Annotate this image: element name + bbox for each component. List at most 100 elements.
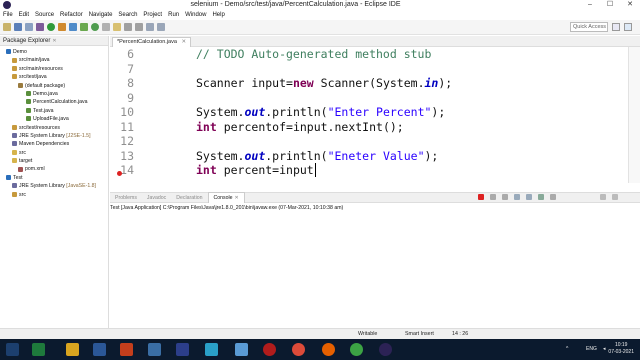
tab-console[interactable]: Console ✕	[207, 192, 245, 203]
close-window-button[interactable]: ✕	[620, 0, 640, 10]
search-icon[interactable]	[113, 23, 121, 31]
java-perspective-icon[interactable]	[624, 23, 632, 31]
minimize-button[interactable]: –	[580, 0, 600, 10]
code-editor[interactable]: 6 7 8 9 10 11 12 13 14 // TODO Auto-gene…	[110, 47, 630, 183]
maximize-button[interactable]: ☐	[600, 0, 620, 10]
menu-run[interactable]: Run	[165, 10, 182, 20]
tree-item-pom-xml[interactable]: pom.xml	[0, 165, 108, 173]
console-output-line: Test [Java Application] C:\Program Files…	[110, 205, 344, 211]
forward-icon[interactable]	[157, 23, 165, 31]
open-console-icon[interactable]	[550, 194, 556, 200]
menu-navigate[interactable]: Navigate	[86, 10, 116, 20]
close-icon[interactable]: ✕	[181, 39, 186, 45]
tree-item-src-test-java[interactable]: src/test/java	[0, 73, 108, 81]
save-icon[interactable]	[14, 23, 22, 31]
error-marker-icon[interactable]	[117, 171, 122, 176]
tree-item-jre-library[interactable]: JRE System Library [J2SE-1.5]	[0, 132, 108, 140]
debug-icon[interactable]	[36, 23, 44, 31]
notepad-icon[interactable]	[235, 343, 248, 356]
pin-console-icon[interactable]	[526, 194, 532, 200]
remove-launch-icon[interactable]	[490, 194, 496, 200]
back-icon[interactable]	[146, 23, 154, 31]
menu-search[interactable]: Search	[115, 10, 140, 20]
tree-item-test-java[interactable]: Test.java	[0, 107, 108, 115]
tab-problems[interactable]: Problems	[110, 193, 142, 203]
tree-item-uploadfile-java[interactable]: UploadFile.java	[0, 115, 108, 123]
quick-access-input[interactable]: Quick Access	[570, 22, 608, 32]
menu-window[interactable]: Window	[182, 10, 209, 20]
word-icon[interactable]	[93, 343, 106, 356]
bottom-panel-tabs: Problems Javadoc Declaration Console ✕	[110, 192, 640, 203]
tray-chevron-icon[interactable]: ^	[566, 339, 568, 360]
menu-edit[interactable]: Edit	[16, 10, 32, 20]
open-perspective-icon[interactable]	[612, 23, 620, 31]
chrome-icon[interactable]	[292, 343, 305, 356]
excel-icon[interactable]	[32, 343, 45, 356]
paint-icon[interactable]	[205, 343, 218, 356]
tree-item-jre-library-2[interactable]: JRE System Library [JavaSE-1.8]	[0, 182, 108, 190]
eclipse-window: selenium - Demo/src/test/java/PercentCal…	[0, 0, 640, 360]
tree-item-test-project[interactable]: Test	[0, 174, 108, 182]
eclipse-taskbar-icon[interactable]	[379, 343, 392, 356]
new-class-icon[interactable]	[91, 23, 99, 31]
save-all-icon[interactable]	[25, 23, 33, 31]
menu-refactor[interactable]: Refactor	[57, 10, 86, 20]
line-number: 10	[120, 105, 134, 119]
close-icon[interactable]: ✕	[235, 195, 239, 201]
tree-item-src-main-java[interactable]: src/main/java	[0, 56, 108, 64]
tree-item-src-test-resources[interactable]: src/test/resources	[0, 124, 108, 132]
firefox-icon[interactable]	[322, 343, 335, 356]
menu-bar: File Edit Source Refactor Navigate Searc…	[0, 10, 640, 20]
package-explorer-tab[interactable]: Package Explorer ✕	[0, 36, 108, 46]
tree-item-demo[interactable]: Demo	[0, 48, 108, 56]
tree-item-default-package[interactable]: (default package)	[0, 82, 108, 90]
new-java-project-icon[interactable]	[69, 23, 77, 31]
close-icon[interactable]: ✕	[52, 38, 56, 44]
new-icon[interactable]	[3, 23, 11, 31]
library-icon	[12, 133, 17, 139]
display-console-icon[interactable]	[538, 194, 544, 200]
maximize-panel-icon[interactable]	[612, 194, 618, 200]
external-tools-icon[interactable]	[58, 23, 66, 31]
app-icon[interactable]	[148, 343, 161, 356]
scroll-lock-icon[interactable]	[514, 194, 520, 200]
clear-console-icon[interactable]	[502, 194, 508, 200]
cmd-icon[interactable]	[176, 343, 189, 356]
menu-project[interactable]: Project	[140, 10, 165, 20]
system-clock[interactable]: 10:19 07-03-2021	[608, 342, 634, 356]
tree-item-percentcalculation-java[interactable]: PercentCalculation.java	[0, 98, 108, 106]
powerpoint-icon[interactable]	[120, 343, 133, 356]
app-green-icon[interactable]	[350, 343, 363, 356]
folder-icon	[12, 158, 17, 164]
package-explorer-label: Package Explorer	[3, 37, 51, 44]
windows-start-icon[interactable]	[6, 343, 19, 356]
java-file-icon	[26, 116, 31, 122]
tree-item-demo-java[interactable]: Demo.java	[0, 90, 108, 98]
annotation-next-icon[interactable]	[124, 23, 132, 31]
file-explorer-icon[interactable]	[66, 343, 79, 356]
recorder-icon[interactable]	[263, 343, 276, 356]
volume-icon[interactable]: ◂	[603, 339, 606, 360]
tree-item-target[interactable]: target	[0, 157, 108, 165]
new-package-icon[interactable]	[80, 23, 88, 31]
language-indicator[interactable]: ENG	[586, 339, 597, 360]
editor-tab-percentcalculation[interactable]: *PercentCalculation.java ✕	[112, 37, 192, 47]
tree-item-src[interactable]: src	[0, 149, 108, 157]
terminate-icon[interactable]	[478, 194, 484, 200]
line-number-gutter: 6 7 8 9 10 11 12 13 14	[110, 47, 136, 183]
tree-item-maven-dependencies[interactable]: Maven Dependencies	[0, 140, 108, 148]
menu-source[interactable]: Source	[32, 10, 57, 20]
annotation-prev-icon[interactable]	[135, 23, 143, 31]
line-number: 9	[127, 90, 134, 105]
run-icon[interactable]	[47, 23, 55, 31]
tree-item-src-main-resources[interactable]: src/main/resources	[0, 65, 108, 73]
open-type-icon[interactable]	[102, 23, 110, 31]
code-line-14: int percent=input	[196, 163, 316, 177]
menu-file[interactable]: File	[0, 10, 16, 20]
tab-javadoc[interactable]: Javadoc	[142, 193, 171, 203]
minimize-panel-icon[interactable]	[600, 194, 606, 200]
editor-scrollbar[interactable]	[628, 47, 640, 183]
menu-help[interactable]: Help	[209, 10, 227, 20]
tab-declaration[interactable]: Declaration	[171, 193, 207, 203]
tree-item-src-2[interactable]: src	[0, 191, 108, 199]
